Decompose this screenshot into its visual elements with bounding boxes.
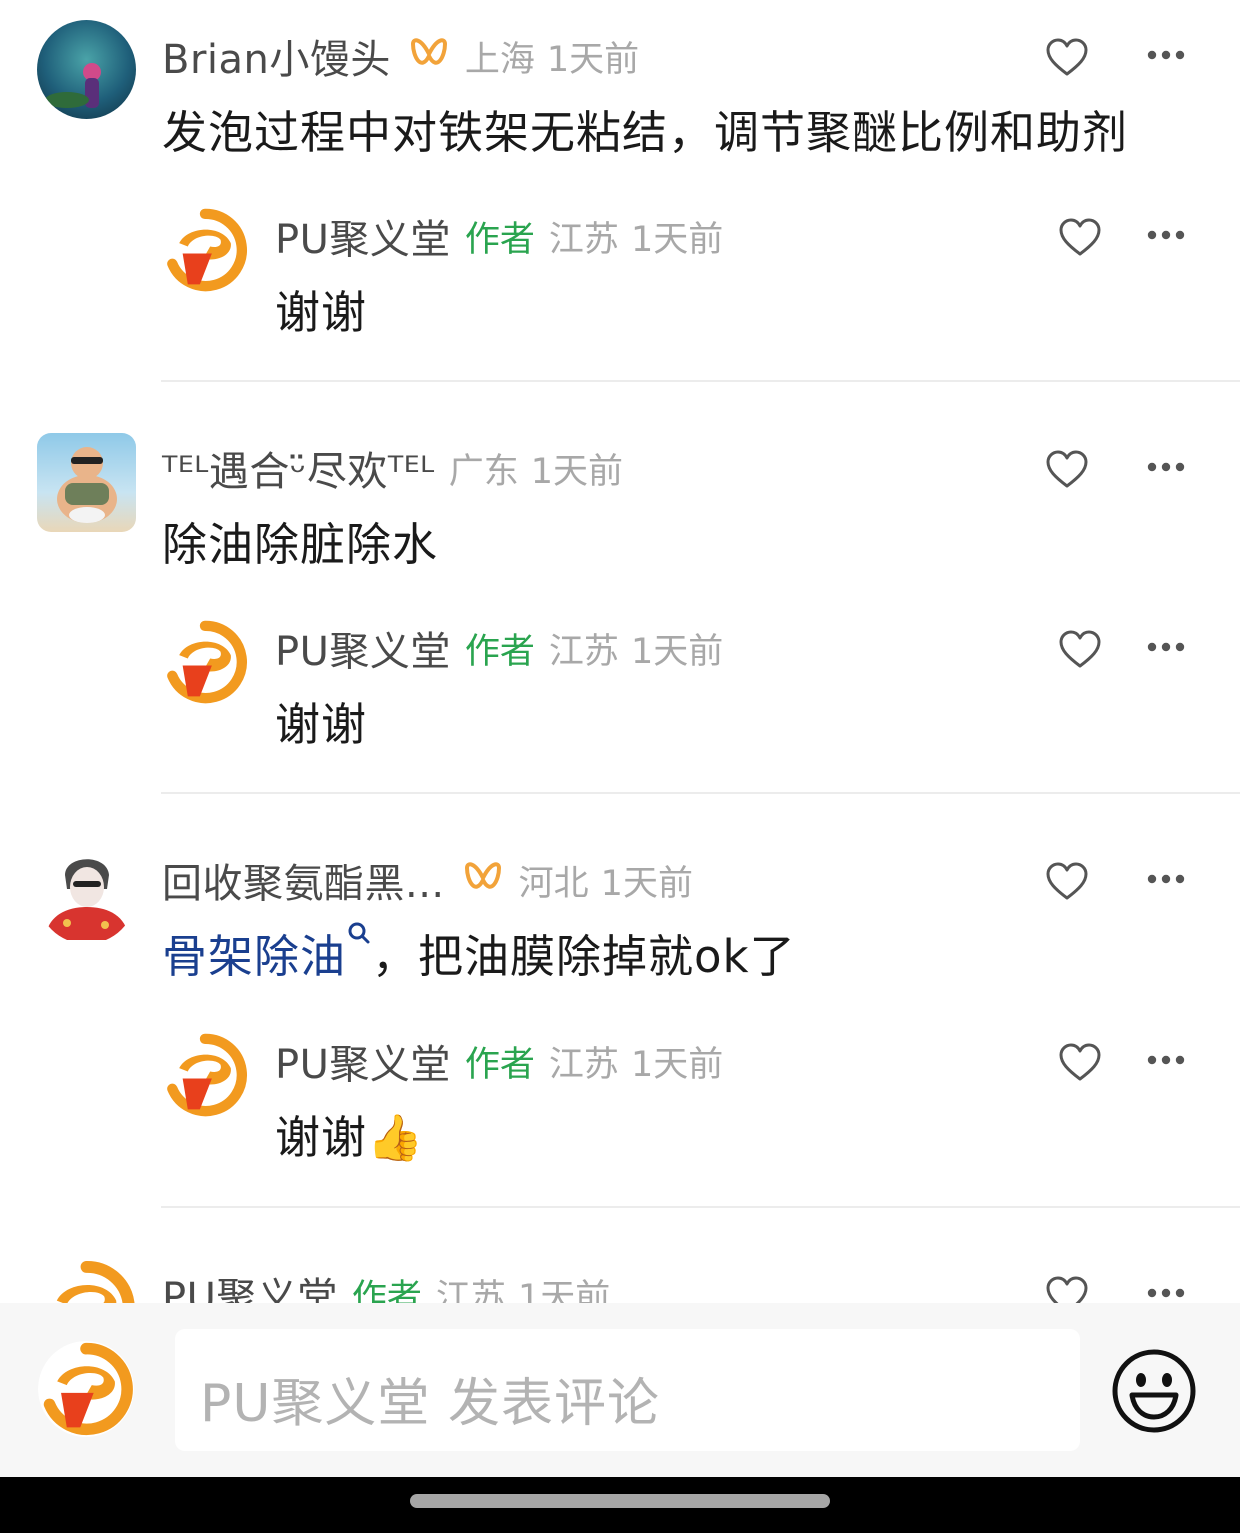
reply-meta: PU聚义堂 作者 江苏 1天前: [275, 620, 723, 676]
author-avatar[interactable]: [162, 619, 248, 705]
author-avatar[interactable]: [162, 207, 248, 293]
search-icon[interactable]: [346, 920, 372, 950]
comment-time: 1天前: [530, 451, 624, 492]
reply-text: 谢谢: [275, 698, 368, 751]
user-avatar[interactable]: [37, 433, 136, 532]
comment-location: 河北: [518, 863, 589, 904]
comment-text-rest: ，把油膜除掉就ok了: [372, 930, 796, 983]
comment-text: 发泡过程中对铁架无粘结，调节聚醚比例和助剂: [162, 106, 1129, 159]
author-tag: 作者: [464, 631, 535, 672]
author-avatar[interactable]: [162, 1032, 248, 1118]
comment-text: 除油除脏除水: [162, 518, 439, 571]
home-indicator[interactable]: [410, 1494, 830, 1508]
reply-text: 谢谢: [275, 286, 368, 339]
reply-location: 江苏: [548, 219, 619, 260]
comment-location: 广东: [448, 451, 519, 492]
comment-username[interactable]: Brian小馒头: [162, 27, 391, 85]
divider: [161, 380, 1240, 382]
reply-username[interactable]: PU聚义堂: [275, 1032, 451, 1090]
infinity-badge-icon: [461, 860, 505, 900]
heart-outline-icon[interactable]: [1058, 217, 1102, 257]
smiley-face-icon[interactable]: [1110, 1347, 1198, 1435]
reply-time: 1天前: [630, 219, 724, 260]
more-dots-icon[interactable]: [1146, 461, 1186, 473]
reply-username[interactable]: PU聚义堂: [275, 619, 451, 677]
more-dots-icon[interactable]: [1146, 1287, 1186, 1299]
divider: [161, 1206, 1240, 1208]
comment-time: 1天前: [600, 863, 693, 904]
divider: [161, 792, 1240, 794]
comment-meta: 回收聚氨酯黑... 河北 1天前: [162, 852, 693, 908]
comment-meta: Brian小馒头 上海 1天前: [162, 28, 639, 84]
reply-location: 江苏: [548, 631, 619, 672]
more-dots-icon[interactable]: [1146, 641, 1186, 653]
heart-outline-icon[interactable]: [1058, 1042, 1102, 1082]
more-dots-icon[interactable]: [1146, 1054, 1186, 1066]
user-avatar[interactable]: [37, 845, 136, 944]
user-avatar[interactable]: [37, 20, 136, 119]
author-tag: 作者: [464, 1044, 535, 1085]
reply-time: 1天前: [630, 1044, 724, 1085]
more-dots-icon[interactable]: [1146, 49, 1186, 61]
more-dots-icon[interactable]: [1146, 873, 1186, 885]
comment-text: 骨架除油 ，把油膜除掉就ok了: [162, 920, 796, 985]
reply-time: 1天前: [630, 631, 724, 672]
comment-meta: ᵀᴱᴸ遇合ᵕ̈尽欢ᵀᴱᴸ 广东 1天前: [162, 440, 623, 496]
more-dots-icon[interactable]: [1146, 229, 1186, 241]
reply-location: 江苏: [548, 1044, 619, 1085]
reply-meta: PU聚义堂 作者 江苏 1天前: [275, 1033, 723, 1089]
comment-input-placeholder: PU聚义堂 发表评论: [200, 1374, 660, 1434]
comment-time: 1天前: [546, 39, 640, 80]
reply-text: 谢谢👍: [275, 1111, 425, 1164]
heart-outline-icon[interactable]: [1045, 861, 1089, 901]
comment-username[interactable]: 回收聚氨酯黑...: [162, 851, 445, 909]
heart-outline-icon[interactable]: [1045, 449, 1089, 489]
reply-username[interactable]: PU聚义堂: [275, 207, 451, 265]
comment-username[interactable]: ᵀᴱᴸ遇合ᵕ̈尽欢ᵀᴱᴸ: [162, 439, 435, 497]
infinity-badge-icon: [407, 36, 451, 76]
author-tag: 作者: [464, 219, 535, 260]
heart-outline-icon[interactable]: [1045, 37, 1089, 77]
reply-meta: PU聚义堂 作者 江苏 1天前: [275, 208, 723, 264]
keyword-link[interactable]: 骨架除油: [162, 930, 346, 983]
heart-outline-icon[interactable]: [1058, 629, 1102, 669]
comment-location: 上海: [464, 39, 535, 80]
current-user-avatar[interactable]: [38, 1341, 134, 1437]
